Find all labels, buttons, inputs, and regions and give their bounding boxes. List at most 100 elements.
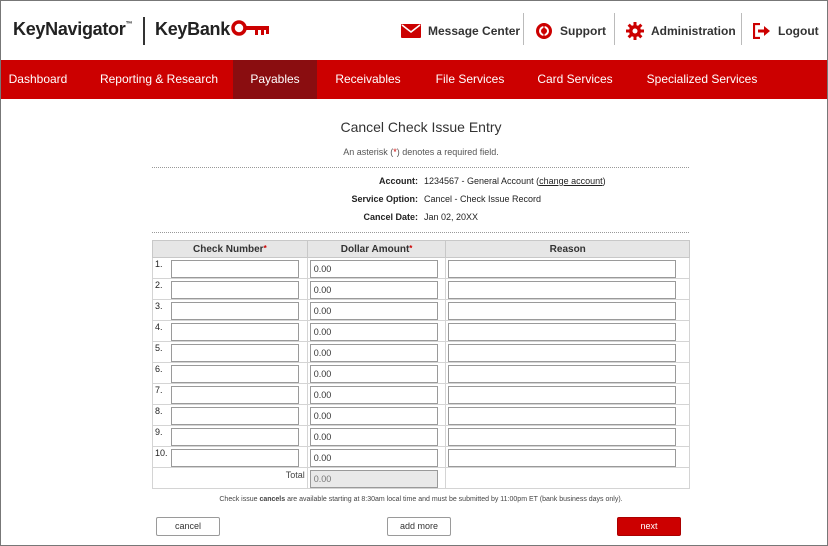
row-number: 5.	[155, 343, 163, 353]
cutoff-note: Check issue cancels are available starti…	[0, 496, 828, 503]
total-value-cell	[306, 467, 447, 489]
table-header-row: Check Number* Dollar Amount* Reason	[152, 240, 690, 258]
reason-input[interactable]	[448, 365, 677, 383]
check-entry-table: Check Number* Dollar Amount* Reason 1.2.…	[152, 240, 690, 489]
dollar-amount-input[interactable]	[309, 386, 438, 404]
table-row: 7.	[152, 383, 690, 405]
reason-input[interactable]	[448, 449, 677, 467]
lifebuoy-icon	[536, 23, 552, 39]
administration-link[interactable]: Administration	[626, 21, 736, 41]
check-number-input[interactable]	[171, 323, 299, 341]
reason-input[interactable]	[448, 428, 677, 446]
message-center-link[interactable]: Message Center	[401, 21, 520, 41]
dollar-amount-input[interactable]	[309, 428, 438, 446]
cutoff-note-bold: cancels	[259, 496, 286, 503]
next-button[interactable]: next	[617, 517, 681, 536]
reason-input[interactable]	[448, 407, 677, 425]
nav-card-services[interactable]: Card Services	[527, 60, 623, 99]
dollar-amount-cell	[306, 446, 447, 468]
row-number: 3.	[155, 301, 163, 311]
table-row: 3.	[152, 299, 690, 321]
check-number-input[interactable]	[171, 407, 299, 425]
nav-reporting-research[interactable]: Reporting & Research	[91, 60, 227, 99]
cancel-date-row: Cancel Date: Jan 02, 20XX	[152, 212, 689, 226]
column-header-dollar-amount-label: Dollar Amount	[340, 243, 410, 255]
key-icon	[231, 20, 269, 36]
dollar-amount-cell	[306, 404, 447, 426]
reason-cell	[445, 404, 690, 426]
row-number: 9.	[155, 427, 163, 437]
nav-payables[interactable]: Payables	[233, 60, 317, 99]
row-number: 2.	[155, 280, 163, 290]
reason-input[interactable]	[448, 323, 677, 341]
reason-input[interactable]	[448, 386, 677, 404]
nav-receivables[interactable]: Receivables	[327, 60, 409, 99]
dollar-amount-input[interactable]	[309, 281, 438, 299]
dollar-amount-cell	[306, 278, 447, 300]
administration-label: Administration	[651, 24, 736, 38]
header: KeyNavigator™ KeyBank Message Center Sup…	[1, 1, 827, 60]
check-number-input[interactable]	[171, 281, 299, 299]
dollar-amount-input[interactable]	[309, 365, 438, 383]
check-number-cell: 4.	[152, 320, 308, 342]
dollar-amount-input[interactable]	[309, 449, 438, 467]
check-number-input[interactable]	[171, 302, 299, 320]
column-header-reason-label: Reason	[549, 243, 586, 255]
check-number-cell: 8.	[152, 404, 308, 426]
page-title: Cancel Check Issue Entry	[340, 119, 502, 135]
reason-cell	[445, 383, 690, 405]
reason-input[interactable]	[448, 281, 677, 299]
dollar-amount-input[interactable]	[309, 302, 438, 320]
table-row: 5.	[152, 341, 690, 363]
nav-dashboard[interactable]: Dashboard	[1, 60, 75, 99]
dollar-amount-input[interactable]	[309, 323, 438, 341]
reason-cell	[445, 425, 690, 447]
check-number-input[interactable]	[171, 386, 299, 404]
add-more-button[interactable]: add more	[387, 517, 451, 536]
check-number-input[interactable]	[171, 260, 299, 278]
nav-file-services[interactable]: File Services	[423, 60, 517, 99]
support-link[interactable]: Support	[535, 21, 606, 41]
column-header-check-number-label: Check Number	[193, 243, 264, 255]
header-divider	[523, 13, 524, 45]
check-number-cell: 9.	[152, 425, 308, 447]
reason-cell	[445, 257, 690, 279]
reason-input[interactable]	[448, 302, 677, 320]
check-number-cell: 5.	[152, 341, 308, 363]
dollar-amount-cell	[306, 320, 447, 342]
table-row: 10.	[152, 446, 690, 468]
dollar-amount-input[interactable]	[309, 260, 438, 278]
keynavigator-logo[interactable]: KeyNavigator™	[13, 19, 132, 40]
reason-input[interactable]	[448, 344, 677, 362]
divider	[152, 232, 689, 233]
account-row: Account: 1234567 - General Account (chan…	[152, 176, 689, 190]
reason-cell	[445, 362, 690, 384]
dollar-amount-input[interactable]	[309, 344, 438, 362]
reason-input[interactable]	[448, 260, 677, 278]
check-number-input[interactable]	[171, 449, 299, 467]
logout-link[interactable]: Logout	[753, 21, 819, 41]
account-close: )	[602, 176, 606, 186]
account-text: 1234567 - General Account (	[424, 176, 540, 186]
dollar-amount-cell	[306, 341, 447, 363]
check-number-input[interactable]	[171, 344, 299, 362]
check-number-input[interactable]	[171, 365, 299, 383]
dollar-amount-input[interactable]	[309, 407, 438, 425]
keynavigator-text: KeyNavigator	[13, 19, 126, 39]
check-number-input[interactable]	[171, 428, 299, 446]
required-note-pre: An asterisk (	[343, 147, 394, 157]
cancel-button[interactable]: cancel	[156, 517, 220, 536]
nav-specialized-services[interactable]: Specialized Services	[637, 60, 767, 99]
reason-cell	[445, 299, 690, 321]
header-divider	[614, 13, 615, 45]
check-number-cell: 6.	[152, 362, 308, 384]
header-divider	[741, 13, 742, 45]
cancel-date-value: Jan 02, 20XX	[424, 212, 479, 222]
table-row: 2.	[152, 278, 690, 300]
logout-icon	[753, 23, 770, 39]
check-number-cell: 7.	[152, 383, 308, 405]
cancel-date-label: Cancel Date:	[363, 212, 418, 222]
change-account-link[interactable]: change account	[539, 176, 603, 186]
table-row: 4.	[152, 320, 690, 342]
reason-cell	[445, 278, 690, 300]
